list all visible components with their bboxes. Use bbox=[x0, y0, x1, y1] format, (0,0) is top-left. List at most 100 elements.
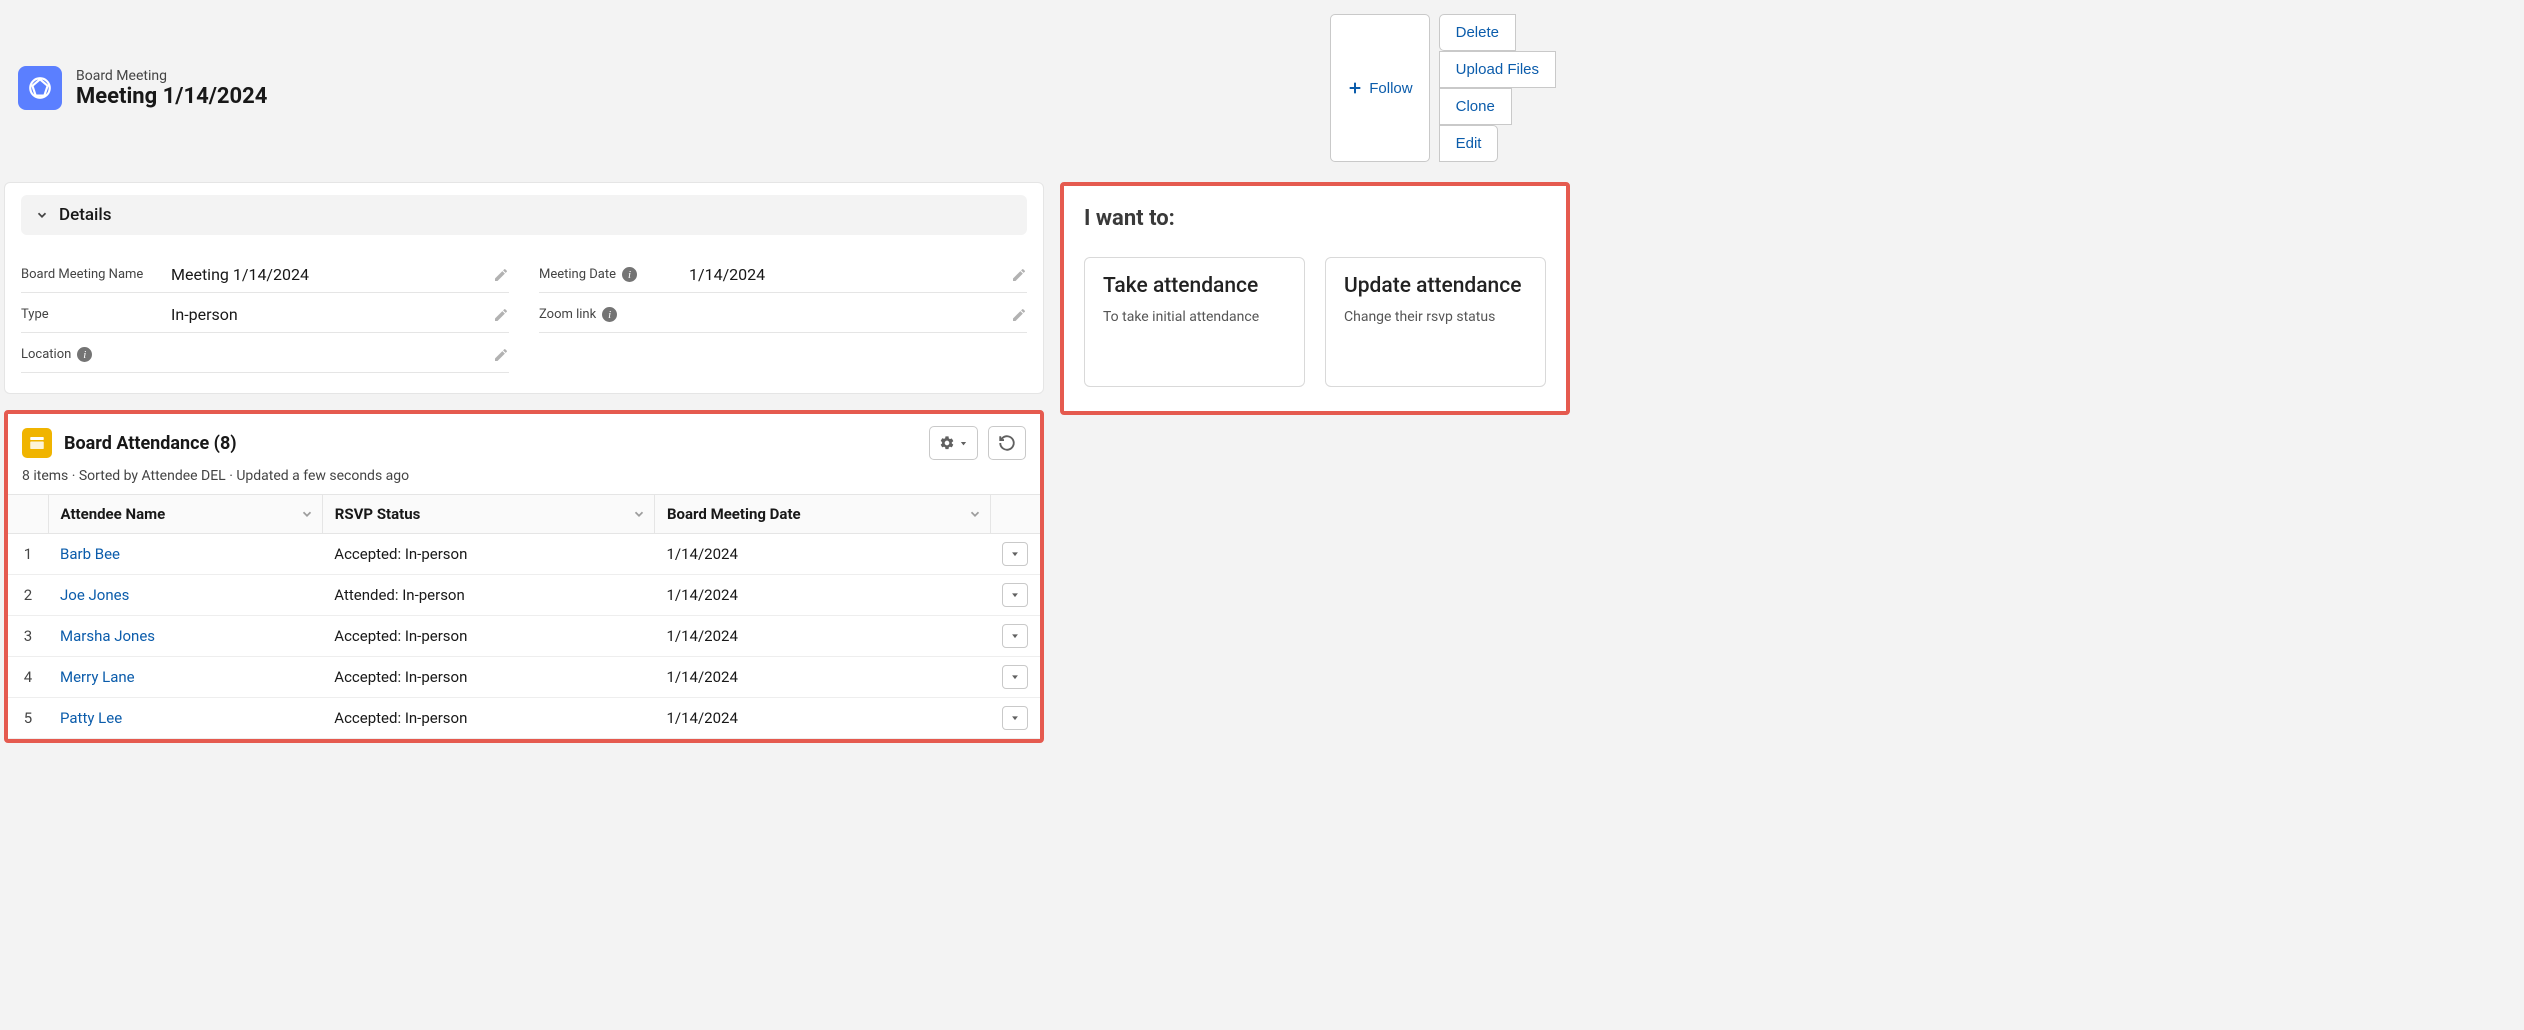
tile-heading: Take attendance bbox=[1103, 274, 1286, 299]
field-value-type: In-person bbox=[171, 305, 493, 324]
chevron-down-icon[interactable] bbox=[300, 507, 314, 521]
field-value-name: Meeting 1/14/2024 bbox=[171, 265, 493, 284]
chevron-down-icon[interactable] bbox=[968, 507, 982, 521]
rsvp-value: Accepted: In-person bbox=[322, 616, 654, 657]
plus-icon bbox=[1347, 80, 1363, 96]
row-number: 5 bbox=[8, 698, 48, 739]
caret-down-icon bbox=[959, 439, 968, 448]
list-settings-button[interactable] bbox=[929, 426, 978, 460]
row-actions-button[interactable] bbox=[1002, 624, 1028, 648]
table-row: 4 Merry Lane Accepted: In-person1/14/2024 bbox=[8, 657, 1040, 698]
record-icon bbox=[18, 66, 62, 110]
details-section-toggle[interactable]: Details bbox=[21, 195, 1027, 235]
page-title: Meeting 1/14/2024 bbox=[76, 84, 267, 109]
object-label: Board Meeting bbox=[76, 68, 267, 84]
rsvp-value: Accepted: In-person bbox=[322, 657, 654, 698]
rsvp-value: Accepted: In-person bbox=[322, 698, 654, 739]
attendance-title[interactable]: Board Attendance (8) bbox=[64, 433, 237, 454]
chevron-down-icon[interactable] bbox=[632, 507, 646, 521]
row-actions-button[interactable] bbox=[1002, 583, 1028, 607]
upload-files-button[interactable]: Upload Files bbox=[1439, 51, 1556, 88]
take-attendance-tile[interactable]: Take attendance To take initial attendan… bbox=[1084, 257, 1305, 387]
edit-label: Edit bbox=[1456, 135, 1482, 152]
field-label-date: Meeting Date i bbox=[539, 267, 689, 282]
gear-icon bbox=[939, 435, 955, 451]
pencil-icon[interactable] bbox=[493, 347, 509, 363]
row-actions-button[interactable] bbox=[1002, 665, 1028, 689]
field-label-zoom: Zoom link i bbox=[539, 307, 689, 322]
table-row: 2 Joe Jones Attended: In-person1/14/2024 bbox=[8, 575, 1040, 616]
meeting-date-value: 1/14/2024 bbox=[654, 698, 990, 739]
caret-down-icon bbox=[1010, 590, 1020, 600]
edit-button[interactable]: Edit bbox=[1439, 125, 1499, 162]
field-value-date: 1/14/2024 bbox=[689, 265, 1011, 284]
info-icon[interactable]: i bbox=[602, 307, 617, 322]
row-number: 4 bbox=[8, 657, 48, 698]
col-rownum bbox=[8, 495, 48, 534]
attendance-related-list: Board Attendance (8) 8 items · Sorted by… bbox=[4, 410, 1044, 743]
delete-button[interactable]: Delete bbox=[1439, 14, 1516, 51]
clone-label: Clone bbox=[1456, 98, 1495, 115]
record-header: Board Meeting Meeting 1/14/2024 Follow D… bbox=[4, 4, 1570, 172]
table-row: 3 Marsha Jones Accepted: In-person1/14/202… bbox=[8, 616, 1040, 657]
clone-button[interactable]: Clone bbox=[1439, 88, 1512, 125]
follow-button[interactable]: Follow bbox=[1330, 14, 1429, 162]
col-rsvp-status[interactable]: RSVP Status bbox=[322, 495, 654, 534]
caret-down-icon bbox=[1010, 672, 1020, 682]
row-actions-button[interactable] bbox=[1002, 706, 1028, 730]
rsvp-value: Accepted: In-person bbox=[322, 534, 654, 575]
attendee-link[interactable]: Merry Lane bbox=[60, 668, 135, 686]
attendance-table: Attendee Name RSVP Status Board Meeting … bbox=[8, 494, 1040, 739]
col-rsvp-label: RSVP Status bbox=[335, 505, 421, 523]
location-label-text: Location bbox=[21, 347, 71, 362]
chevron-down-icon bbox=[35, 208, 49, 222]
tile-sub: Change their rsvp status bbox=[1344, 309, 1527, 325]
field-label-location: Location i bbox=[21, 347, 171, 362]
refresh-button[interactable] bbox=[988, 426, 1026, 460]
caret-down-icon bbox=[1010, 631, 1020, 641]
attendance-subtext: 8 items · Sorted by Attendee DEL · Updat… bbox=[8, 466, 1040, 494]
refresh-icon bbox=[998, 434, 1016, 452]
col-date-label: Board Meeting Date bbox=[667, 505, 801, 523]
row-number: 1 bbox=[8, 534, 48, 575]
col-meeting-date[interactable]: Board Meeting Date bbox=[654, 495, 990, 534]
pencil-icon[interactable] bbox=[493, 267, 509, 283]
meeting-date-value: 1/14/2024 bbox=[654, 657, 990, 698]
field-label-name: Board Meeting Name bbox=[21, 267, 171, 282]
pencil-icon[interactable] bbox=[1011, 307, 1027, 323]
details-card: Details Board Meeting Name Meeting 1/14/… bbox=[4, 182, 1044, 394]
delete-label: Delete bbox=[1456, 24, 1499, 41]
attendee-link[interactable]: Marsha Jones bbox=[60, 627, 155, 645]
pencil-icon[interactable] bbox=[493, 307, 509, 323]
col-name-label: Attendee Name bbox=[61, 505, 166, 523]
attendee-link[interactable]: Patty Lee bbox=[60, 709, 122, 727]
follow-label: Follow bbox=[1369, 80, 1412, 97]
info-icon[interactable]: i bbox=[622, 267, 637, 282]
zoom-label-text: Zoom link bbox=[539, 307, 596, 322]
table-row: 5 Patty Lee Accepted: In-person1/14/2024 bbox=[8, 698, 1040, 739]
i-want-to-title: I want to: bbox=[1084, 206, 1546, 231]
attendance-list-icon bbox=[22, 428, 52, 458]
meeting-date-value: 1/14/2024 bbox=[654, 616, 990, 657]
col-attendee-name[interactable]: Attendee Name bbox=[48, 495, 322, 534]
row-number: 2 bbox=[8, 575, 48, 616]
rsvp-value: Attended: In-person bbox=[322, 575, 654, 616]
field-label-type: Type bbox=[21, 307, 171, 322]
caret-down-icon bbox=[1010, 549, 1020, 559]
pencil-icon[interactable] bbox=[1011, 267, 1027, 283]
tile-heading: Update attendance bbox=[1344, 274, 1527, 299]
i-want-to-panel: I want to: Take attendance To take initi… bbox=[1060, 182, 1570, 415]
details-title: Details bbox=[59, 205, 111, 225]
caret-down-icon bbox=[1010, 713, 1020, 723]
attendee-link[interactable]: Barb Bee bbox=[60, 545, 120, 563]
row-number: 3 bbox=[8, 616, 48, 657]
attendee-link[interactable]: Joe Jones bbox=[60, 586, 129, 604]
meeting-date-value: 1/14/2024 bbox=[654, 575, 990, 616]
col-actions bbox=[990, 495, 1040, 534]
tile-sub: To take initial attendance bbox=[1103, 309, 1286, 325]
row-actions-button[interactable] bbox=[1002, 542, 1028, 566]
upload-label: Upload Files bbox=[1456, 61, 1539, 78]
date-label-text: Meeting Date bbox=[539, 267, 616, 282]
update-attendance-tile[interactable]: Update attendance Change their rsvp stat… bbox=[1325, 257, 1546, 387]
info-icon[interactable]: i bbox=[77, 347, 92, 362]
